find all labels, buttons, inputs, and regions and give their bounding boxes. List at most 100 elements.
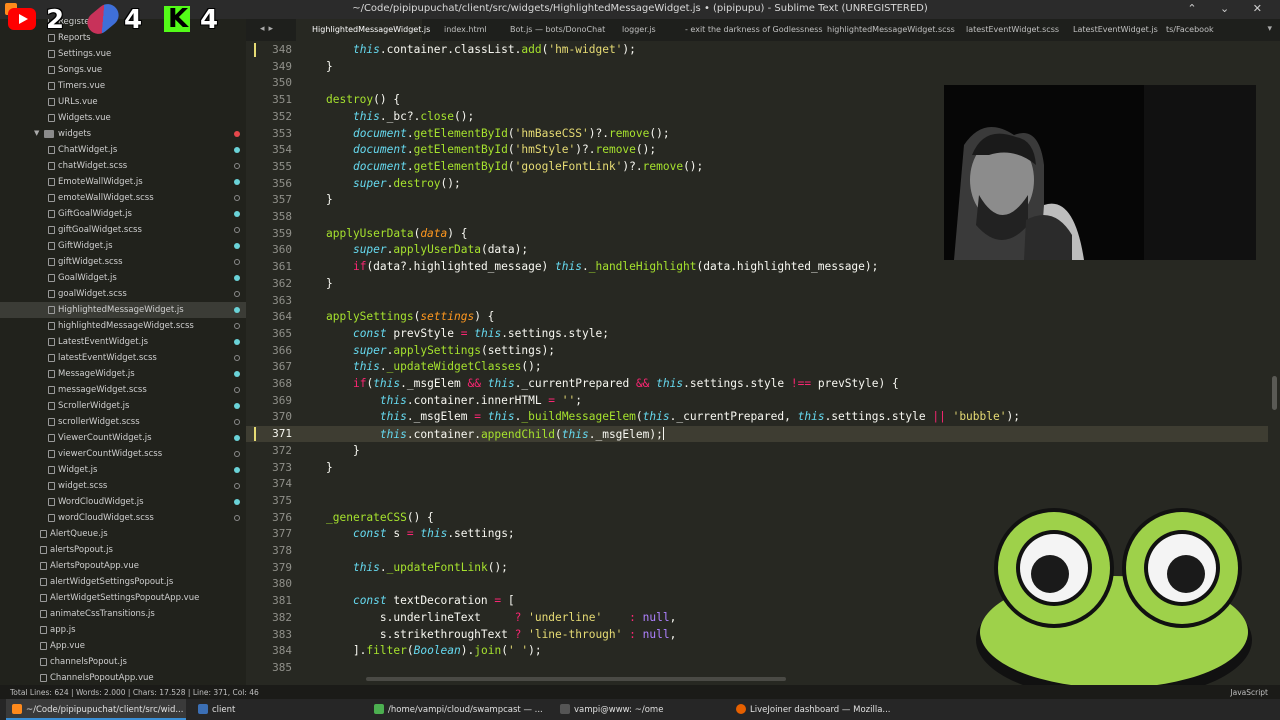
code-line[interactable]: this._msgElem = this._buildMessageElem(t…: [326, 410, 1020, 423]
file-icon: [48, 450, 55, 458]
tab-highlightedmessagewidget-scss[interactable]: highlightedMessageWidget.scss: [827, 19, 955, 41]
sidebar-file-item[interactable]: LatestEventWidget.js: [0, 334, 246, 350]
code-line[interactable]: if(data?.highlighted_message) this._hand…: [326, 260, 878, 273]
tab-overflow-icon[interactable]: ▾: [1267, 24, 1272, 34]
sidebar-file-item[interactable]: emoteWallWidget.scss: [0, 190, 246, 206]
code-line[interactable]: }: [326, 461, 333, 474]
sidebar-file-item[interactable]: Timers.vue: [0, 78, 246, 94]
task-client[interactable]: client: [192, 699, 362, 720]
sidebar-file-item[interactable]: ChannelsPopoutApp.vue: [0, 670, 246, 685]
task-vampi-terminal[interactable]: vampi@www: ~/ome: [554, 699, 724, 720]
tab-highlightedmessagewidget-js[interactable]: HighlightedMessageWidget.js: [296, 19, 430, 41]
code-line[interactable]: const textDecoration = [: [326, 594, 515, 607]
git-status-dot-icon: [234, 435, 240, 441]
code-line[interactable]: }: [326, 60, 333, 73]
code-line[interactable]: applySettings(settings) {: [326, 310, 494, 323]
sidebar-file-item[interactable]: AlertsPopoutApp.vue: [0, 558, 246, 574]
line-number: 370: [272, 410, 292, 424]
code-line[interactable]: applyUserData(data) {: [326, 227, 467, 240]
code-line[interactable]: ].filter(Boolean).join(' ');: [326, 644, 542, 657]
file-icon: [48, 114, 55, 122]
sidebar-file-item[interactable]: HighlightedMessageWidget.js: [0, 302, 246, 318]
sidebar-item-label: chatWidget.scss: [58, 161, 128, 171]
sidebar-file-item[interactable]: MessageWidget.js: [0, 366, 246, 382]
tab-bot-js[interactable]: Bot.js — bots/DonoChat: [510, 19, 605, 41]
sidebar-file-item[interactable]: animateCssTransitions.js: [0, 606, 246, 622]
vertical-scrollbar[interactable]: [1272, 376, 1277, 410]
tab-godlessness[interactable]: - exit the darkness of Godlessness: [685, 19, 823, 41]
horizontal-scrollbar[interactable]: [366, 677, 786, 681]
task-firefox[interactable]: LiveJoiner dashboard — Mozilla...: [730, 699, 910, 720]
task-sublime[interactable]: ~/Code/pipipupuchat/client/src/wid...: [6, 699, 186, 720]
code-line[interactable]: super.applyUserData(data);: [326, 243, 528, 256]
sidebar-file-item[interactable]: GoalWidget.js: [0, 270, 246, 286]
sidebar-file-item[interactable]: Widgets.vue: [0, 110, 246, 126]
sidebar-file-item[interactable]: wordCloudWidget.scss: [0, 510, 246, 526]
code-line[interactable]: const prevStyle = this.settings.style;: [326, 327, 609, 340]
sidebar-file-item[interactable]: Widget.js: [0, 462, 246, 478]
code-line[interactable]: document.getElementById('googleFontLink'…: [326, 160, 703, 173]
code-line[interactable]: _generateCSS() {: [326, 511, 434, 524]
firefox-icon: [736, 704, 746, 714]
sidebar-file-item[interactable]: latestEventWidget.scss: [0, 350, 246, 366]
sidebar-file-item[interactable]: channelsPopout.js: [0, 654, 246, 670]
code-line[interactable]: super.applySettings(settings);: [326, 344, 555, 357]
sidebar-file-item[interactable]: ScrollerWidget.js: [0, 398, 246, 414]
sidebar-file-item[interactable]: widget.scss: [0, 478, 246, 494]
sidebar-file-item[interactable]: Songs.vue: [0, 62, 246, 78]
folder-expand-icon[interactable]: ▼: [34, 129, 39, 137]
code-line[interactable]: destroy() {: [326, 93, 400, 106]
line-number: 357: [272, 193, 292, 207]
sidebar-file-item[interactable]: GiftGoalWidget.js: [0, 206, 246, 222]
code-line[interactable]: this._updateWidgetClasses();: [326, 360, 542, 373]
sidebar-file-item[interactable]: giftWidget.scss: [0, 254, 246, 270]
code-line[interactable]: const s = this.settings;: [326, 527, 515, 540]
code-line[interactable]: s.strikethroughText ? 'line-through' : n…: [326, 628, 676, 641]
sidebar-file-item[interactable]: alertWidgetSettingsPopout.js: [0, 574, 246, 590]
sidebar-file-item[interactable]: URLs.vue: [0, 94, 246, 110]
code-line[interactable]: }: [326, 277, 333, 290]
sidebar-file-item[interactable]: App.vue: [0, 638, 246, 654]
code-line[interactable]: this._bc?.close();: [326, 110, 474, 123]
code-line[interactable]: s.underlineText ? 'underline' : null,: [326, 611, 676, 624]
sidebar-file-item[interactable]: app.js: [0, 622, 246, 638]
tab-facebook[interactable]: ts/Facebook: [1166, 19, 1214, 41]
syntax-selector[interactable]: JavaScript: [1230, 688, 1268, 697]
code-line[interactable]: if(this._msgElem && this._currentPrepare…: [326, 377, 899, 390]
tab-scroll-arrows-icon[interactable]: ◂▸: [260, 24, 277, 34]
sidebar-file-item[interactable]: ChatWidget.js: [0, 142, 246, 158]
code-line[interactable]: document.getElementById('hmStyle')?.remo…: [326, 143, 656, 156]
sidebar-file-item[interactable]: AlertQueue.js: [0, 526, 246, 542]
sidebar-file-item[interactable]: giftGoalWidget.scss: [0, 222, 246, 238]
sidebar-file-item[interactable]: alertsPopout.js: [0, 542, 246, 558]
sidebar-file-item[interactable]: EmoteWallWidget.js: [0, 174, 246, 190]
code-line[interactable]: this.container.classList.add('hm-widget'…: [326, 43, 636, 56]
sidebar-file-item[interactable]: viewerCountWidget.scss: [0, 446, 246, 462]
sidebar-file-item[interactable]: ViewerCountWidget.js: [0, 430, 246, 446]
tab-index-html[interactable]: index.html: [444, 19, 487, 41]
code-line[interactable]: this.container.innerHTML = '';: [326, 394, 582, 407]
sidebar-file-item[interactable]: chatWidget.scss: [0, 158, 246, 174]
tab-latesteventwidget-scss[interactable]: latestEventWidget.scss: [966, 19, 1059, 41]
code-line[interactable]: this.container.appendChild(this._msgElem…: [326, 427, 664, 441]
sidebar-file-item[interactable]: ▼ widgets: [0, 126, 246, 142]
sidebar-file-item[interactable]: Settings.vue: [0, 46, 246, 62]
sidebar-file-item[interactable]: GiftWidget.js: [0, 238, 246, 254]
tab-logger-js[interactable]: logger.js: [622, 19, 656, 41]
sidebar-file-item[interactable]: scrollerWidget.scss: [0, 414, 246, 430]
sidebar-file-item[interactable]: AlertWidgetSettingsPopoutApp.vue: [0, 590, 246, 606]
sidebar-item-label: AlertWidgetSettingsPopoutApp.vue: [50, 593, 200, 603]
task-swampcast[interactable]: /home/vampi/cloud/swampcast — ...: [368, 699, 548, 720]
sidebar-file-item[interactable]: messageWidget.scss: [0, 382, 246, 398]
tab-latesteventwidget-js[interactable]: LatestEventWidget.js: [1073, 19, 1158, 41]
code-line[interactable]: document.getElementById('hmBaseCSS')?.re…: [326, 127, 670, 140]
window-controls[interactable]: ⌃ ⌄ ✕: [1187, 2, 1272, 15]
code-line[interactable]: }: [326, 193, 333, 206]
sidebar-file-item[interactable]: goalWidget.scss: [0, 286, 246, 302]
code-line[interactable]: super.destroy();: [326, 177, 461, 190]
line-number: 379: [272, 560, 292, 574]
code-line[interactable]: this._updateFontLink();: [326, 561, 508, 574]
sidebar-file-item[interactable]: WordCloudWidget.js: [0, 494, 246, 510]
code-line[interactable]: }: [326, 444, 360, 457]
sidebar-file-item[interactable]: highlightedMessageWidget.scss: [0, 318, 246, 334]
